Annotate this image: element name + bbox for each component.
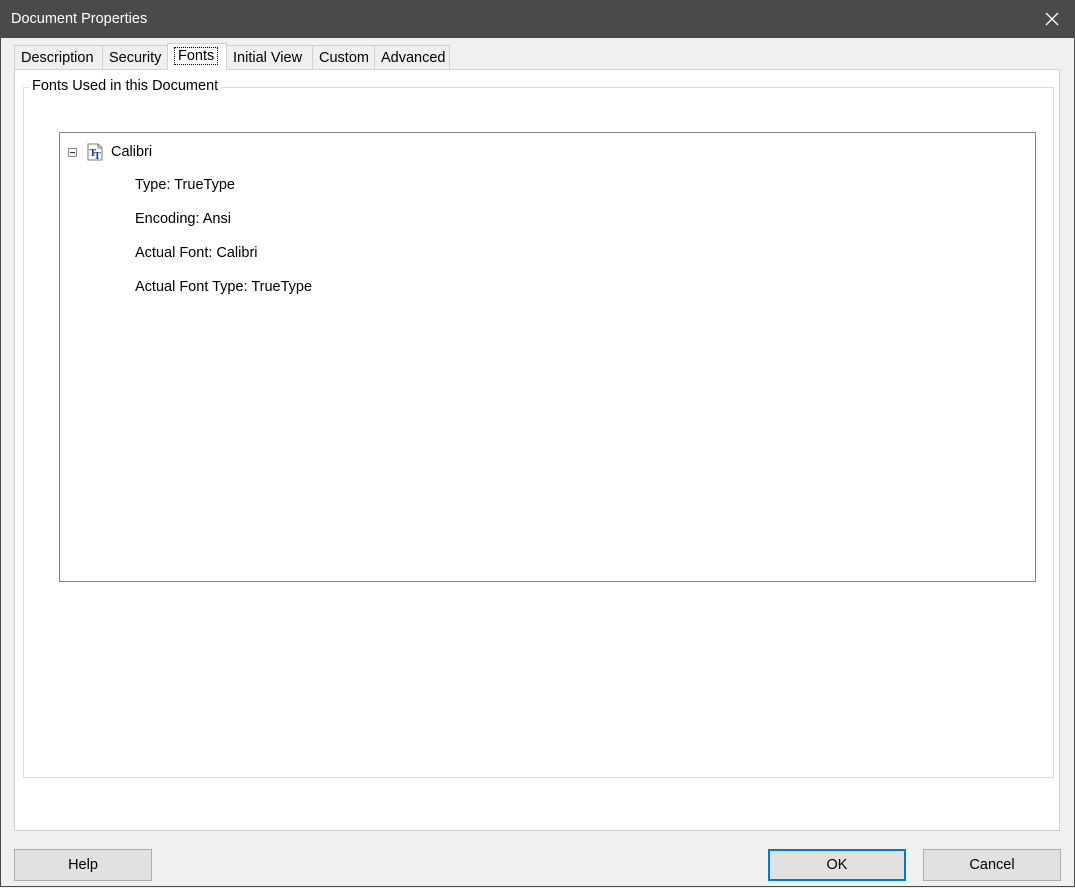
tree-node-font[interactable]: T T Calibri bbox=[68, 143, 152, 161]
font-name: Calibri bbox=[111, 144, 153, 160]
fonts-tab-panel: Fonts Used in this Document T T Calibri … bbox=[14, 69, 1060, 831]
tab-fonts[interactable]: Fonts bbox=[167, 43, 227, 70]
close-button[interactable] bbox=[1029, 0, 1075, 38]
ok-button[interactable]: OK bbox=[768, 849, 906, 881]
tab-custom[interactable]: Custom bbox=[312, 45, 375, 69]
fonts-tree[interactable]: T T Calibri Type: TrueType Encoding: Ans… bbox=[59, 132, 1036, 582]
window-title: Document Properties bbox=[11, 11, 148, 27]
font-property-type: Type: TrueType bbox=[135, 177, 235, 193]
fonts-groupbox: Fonts Used in this Document T T Calibri … bbox=[23, 78, 1054, 778]
svg-text:T: T bbox=[94, 152, 101, 161]
font-property-encoding: Encoding: Ansi bbox=[135, 211, 231, 227]
font-property-actual-font: Actual Font: Calibri bbox=[135, 245, 258, 261]
tab-advanced[interactable]: Advanced bbox=[374, 45, 450, 69]
tab-description[interactable]: Description bbox=[14, 45, 103, 69]
tab-initial-view[interactable]: Initial View bbox=[226, 45, 313, 69]
title-bar: Document Properties bbox=[0, 0, 1075, 38]
help-button[interactable]: Help bbox=[14, 849, 152, 881]
truetype-font-icon: T T bbox=[87, 143, 103, 161]
cancel-button[interactable]: Cancel bbox=[923, 849, 1061, 881]
groupbox-title: Fonts Used in this Document bbox=[29, 78, 222, 94]
font-property-actual-font-type: Actual Font Type: TrueType bbox=[135, 279, 313, 295]
collapse-icon[interactable] bbox=[68, 147, 77, 157]
close-icon bbox=[1045, 12, 1059, 26]
tab-security[interactable]: Security bbox=[102, 45, 168, 69]
